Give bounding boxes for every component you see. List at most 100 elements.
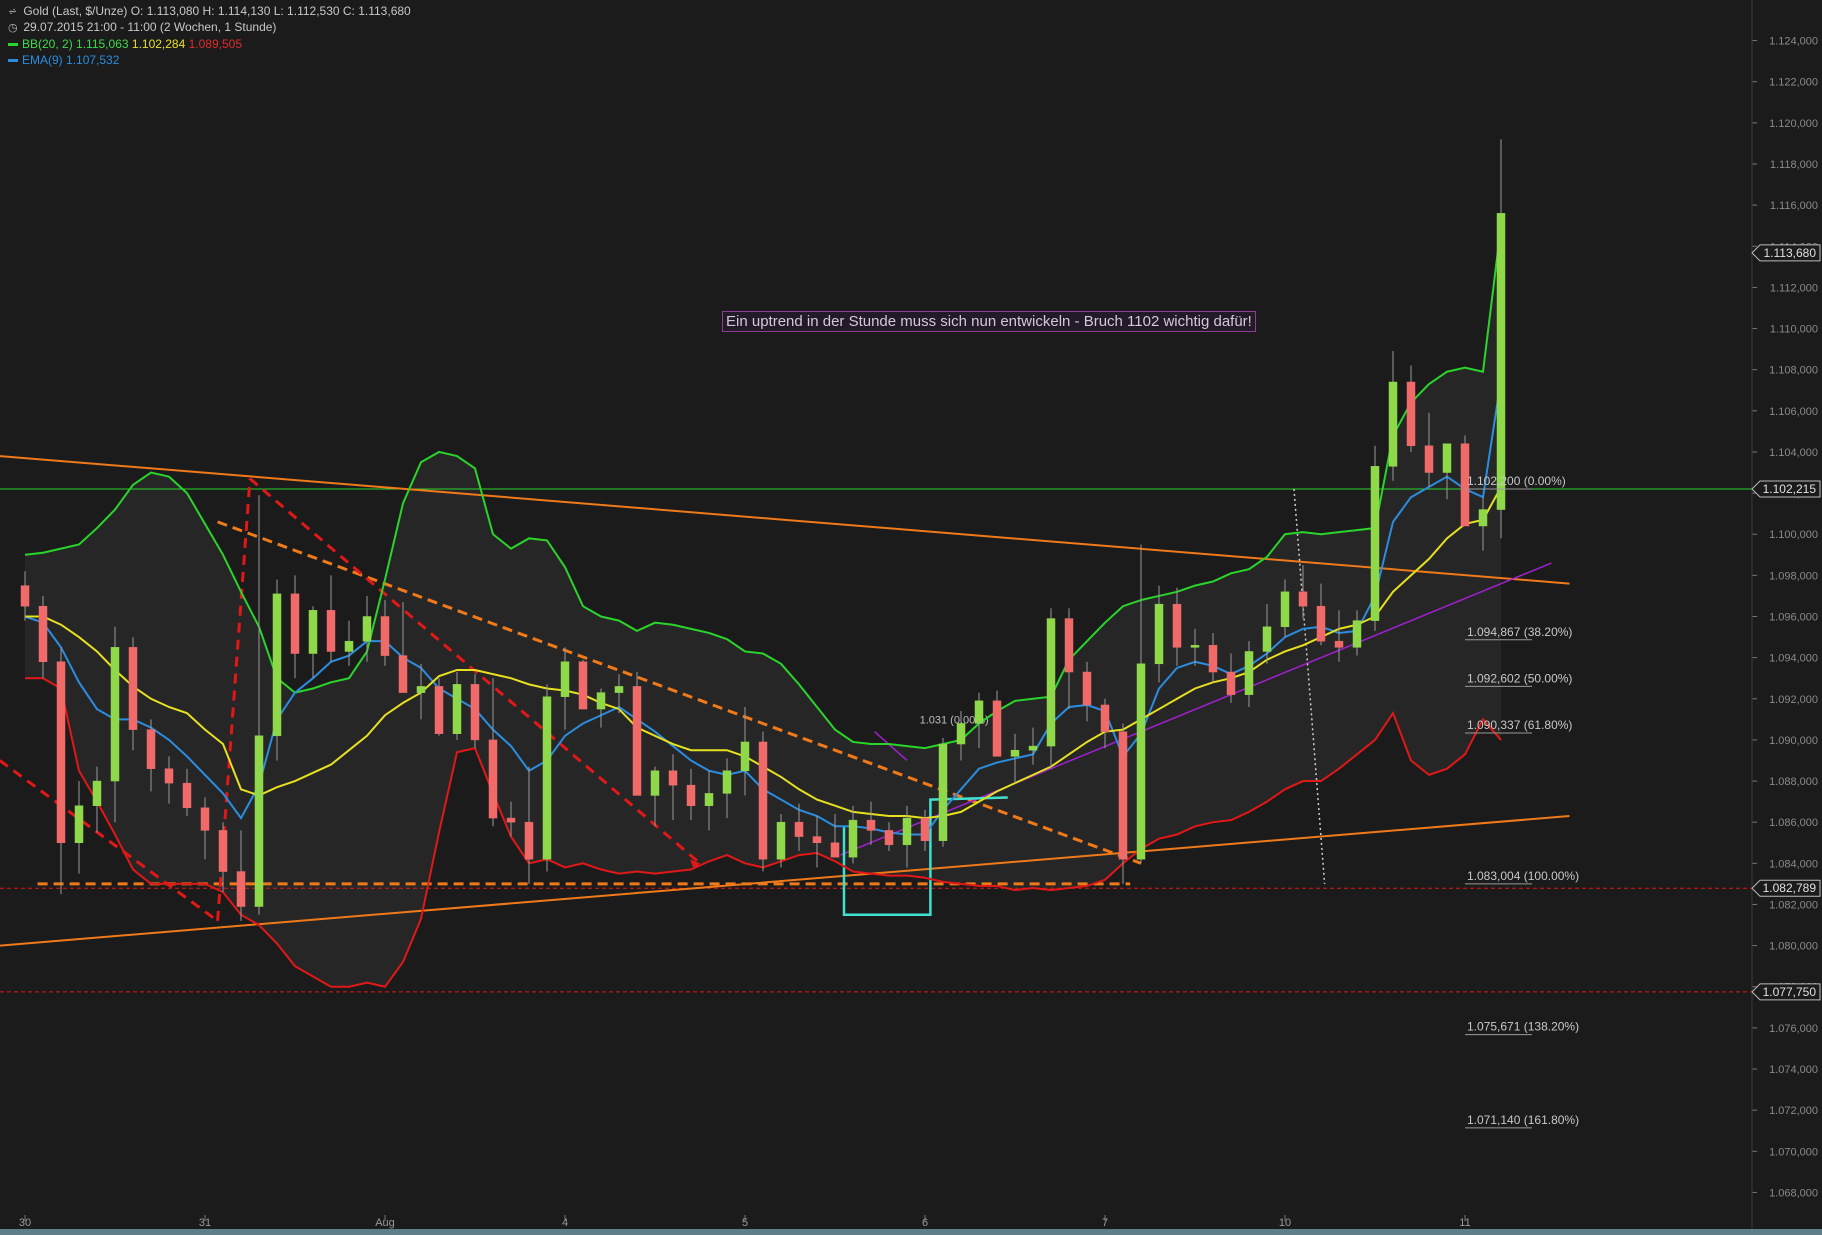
candle-body: [1010, 749, 1020, 757]
candle-body: [1424, 445, 1434, 473]
x-tick-label: 30: [19, 1217, 31, 1229]
candle-body: [1064, 618, 1074, 673]
candle-body: [1172, 603, 1182, 648]
candle-body: [290, 593, 300, 654]
candle-body: [1082, 671, 1092, 706]
bb-mid-value: 1.102,284: [131, 37, 186, 51]
candle-body: [272, 593, 282, 737]
candle-body: [1154, 603, 1164, 665]
y-tick-label: 1.124,000: [1769, 36, 1818, 48]
candle-body: [974, 700, 984, 724]
price-tag-last-text: 1.113,680: [1764, 246, 1817, 260]
x-tick-label: 31: [199, 1217, 211, 1229]
candle-body: [1244, 651, 1254, 695]
candle-body: [1226, 671, 1236, 695]
candle-body: [146, 729, 156, 769]
candle-body: [776, 821, 786, 860]
y-tick-label: 1.086,000: [1769, 817, 1818, 829]
fib-level-label: 1.102,200 (0.00%): [1467, 474, 1566, 488]
candle-body: [812, 836, 822, 844]
candle-body: [614, 686, 624, 693]
candle: [758, 731, 768, 872]
y-tick-label: 1.068,000: [1769, 1187, 1818, 1199]
candle-body: [1478, 509, 1488, 527]
candle-body: [740, 741, 750, 772]
bb-lower-value: 1.089,505: [188, 37, 243, 51]
candle-body: [110, 647, 120, 782]
candle-body: [1298, 591, 1308, 607]
period-info: ◷ 29.07.2015 21:00 - 11:00 (2 Wochen, 1 …: [8, 20, 276, 36]
y-tick-label: 1.090,000: [1769, 735, 1818, 747]
y-tick-label: 1.110,000: [1770, 324, 1818, 336]
price-tag-level-1[interactable]: 1.082,789: [1751, 879, 1821, 897]
candle-body: [542, 696, 552, 860]
fib-level-label: 1.094,867 (38.20%): [1467, 625, 1572, 639]
y-tick-label: 1.070,000: [1769, 1146, 1818, 1158]
candle-body: [1280, 591, 1290, 628]
x-tick-label: 4: [562, 1217, 568, 1229]
y-tick-label: 1.080,000: [1769, 941, 1818, 953]
candle-body: [1046, 618, 1056, 747]
fib-level-label: 1.083,004 (100.00%): [1467, 869, 1579, 883]
period-text: 29.07.2015 21:00 - 11:00 (2 Wochen, 1 St…: [23, 20, 277, 34]
candle-body: [1316, 605, 1326, 642]
candle: [776, 813, 786, 868]
candle-body: [1496, 213, 1506, 510]
candle-body: [1334, 640, 1344, 648]
candle-body: [938, 743, 948, 841]
candle-body: [182, 782, 192, 809]
candle-body: [452, 684, 462, 734]
price-tag-level-1-text: 1.082,789: [1763, 881, 1817, 895]
candle-body: [1208, 645, 1218, 673]
x-tick-label: 5: [742, 1217, 748, 1229]
y-tick-label: 1.076,000: [1769, 1023, 1818, 1035]
candle-body: [884, 830, 894, 846]
candle-body: [92, 780, 102, 806]
candle-body: [1190, 645, 1200, 648]
candle-body: [1100, 704, 1110, 732]
candle: [272, 579, 282, 761]
price-tag-level-0[interactable]: 1.102,215: [1751, 480, 1821, 498]
candle-body: [632, 686, 642, 796]
candle-body: [128, 647, 138, 730]
candle-body: [758, 741, 768, 860]
candle-body: [686, 784, 696, 806]
candle-body: [650, 770, 660, 796]
candle: [578, 659, 588, 710]
candle-body: [830, 842, 840, 858]
y-tick-label: 1.100,000: [1769, 529, 1818, 541]
instrument-ohlc: Gold (Last, $/Unze) O: 1.113,080 H: 1.11…: [23, 4, 411, 18]
ema-legend[interactable]: EMA(9) 1.107,532: [8, 53, 119, 68]
candle-body: [596, 692, 606, 710]
candle-body: [866, 819, 876, 831]
y-tick-label: 1.088,000: [1769, 776, 1818, 788]
price-tag-level-2[interactable]: 1.077,750: [1751, 983, 1821, 1001]
fib-level-label: 1.075,671 (138.20%): [1467, 1020, 1579, 1034]
x-tick-label: 6: [922, 1217, 928, 1229]
candle-body: [470, 684, 480, 741]
price-tag-level-0-text: 1.102,215: [1763, 482, 1817, 496]
chart-annotation[interactable]: Ein uptrend in der Stunde muss sich nun …: [722, 311, 1256, 332]
candle-body: [56, 661, 66, 844]
candle: [542, 684, 552, 872]
y-tick-label: 1.116,000: [1770, 200, 1818, 212]
y-tick-label: 1.118,000: [1770, 159, 1818, 171]
time-axis-scrollbar[interactable]: [0, 1229, 1822, 1235]
candle-body: [704, 793, 714, 806]
price-tag-last[interactable]: 1.113,680: [1751, 244, 1821, 262]
bb-label: BB(20, 2): [22, 37, 73, 51]
price-chart[interactable]: 1.031 (0.00%) 1.102,200 (0.00%)1.094,867…: [0, 0, 1822, 1235]
x-tick-label: 7: [1102, 1217, 1108, 1229]
y-tick-label: 1.092,000: [1769, 694, 1818, 706]
bb-upper-value: 1.115,063: [76, 37, 129, 51]
candle-body: [1442, 443, 1452, 473]
y-tick-label: 1.122,000: [1769, 77, 1818, 89]
chart-type-icon: ⩫: [8, 6, 18, 18]
candle-body: [74, 805, 84, 844]
x-tick-label: 11: [1459, 1217, 1470, 1229]
candle-body: [1388, 381, 1398, 467]
bb-legend[interactable]: BB(20, 2) 1.115,063 1.102,284 1.089,505: [8, 37, 242, 52]
y-tick-label: 1.082,000: [1769, 899, 1818, 911]
candle-body: [722, 770, 732, 794]
candle: [1046, 608, 1056, 769]
